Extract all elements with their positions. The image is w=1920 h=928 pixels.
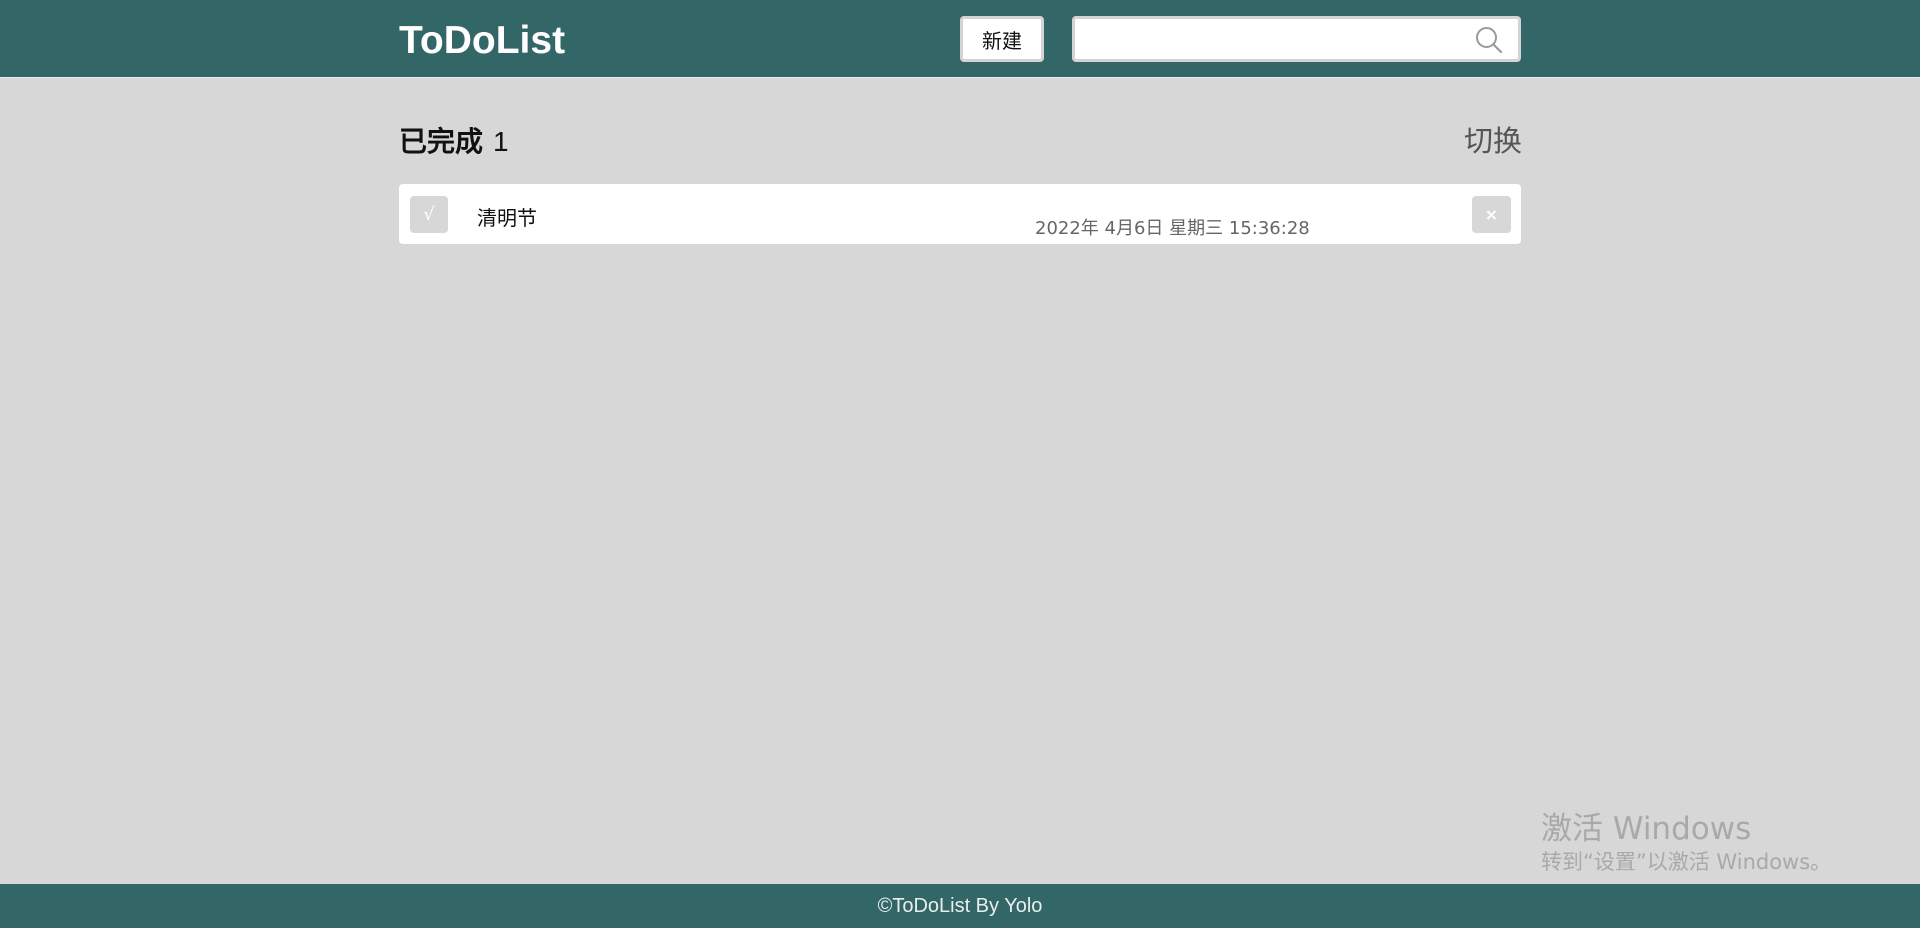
check-icon[interactable]: √ (410, 196, 448, 233)
watermark-subtitle: 转到“设置”以激活 Windows。 (1541, 850, 1832, 874)
search-box[interactable] (1072, 16, 1521, 62)
todo-item: √ 清明节 2022年 4月6日 星期三 15:36:28 × (399, 184, 1521, 244)
section-title: 已完成 (399, 125, 484, 158)
app-logo[interactable]: ToDoList (399, 18, 565, 64)
watermark-title: 激活 Windows (1541, 811, 1752, 847)
switch-button[interactable]: 切换 (1462, 118, 1522, 160)
footer-text: ©ToDoList By Yolo (877, 894, 1043, 917)
search-input[interactable] (1081, 23, 1461, 55)
windows-activation-watermark: 激活 Windows 转到“设置”以激活 Windows。 (1541, 810, 1831, 876)
todo-title[interactable]: 清明节 (477, 202, 537, 231)
completed-count: 1 (493, 126, 509, 157)
completed-section-header: 已完成 1 (399, 120, 509, 160)
search-icon[interactable] (1474, 25, 1504, 55)
delete-icon[interactable]: × (1472, 196, 1511, 233)
footer: ©ToDoList By Yolo (0, 884, 1920, 928)
top-navbar: ToDoList 新建 (0, 0, 1920, 78)
new-todo-button[interactable]: 新建 (960, 16, 1044, 62)
todo-timestamp: 2022年 4月6日 星期三 15:36:28 (1035, 218, 1310, 239)
